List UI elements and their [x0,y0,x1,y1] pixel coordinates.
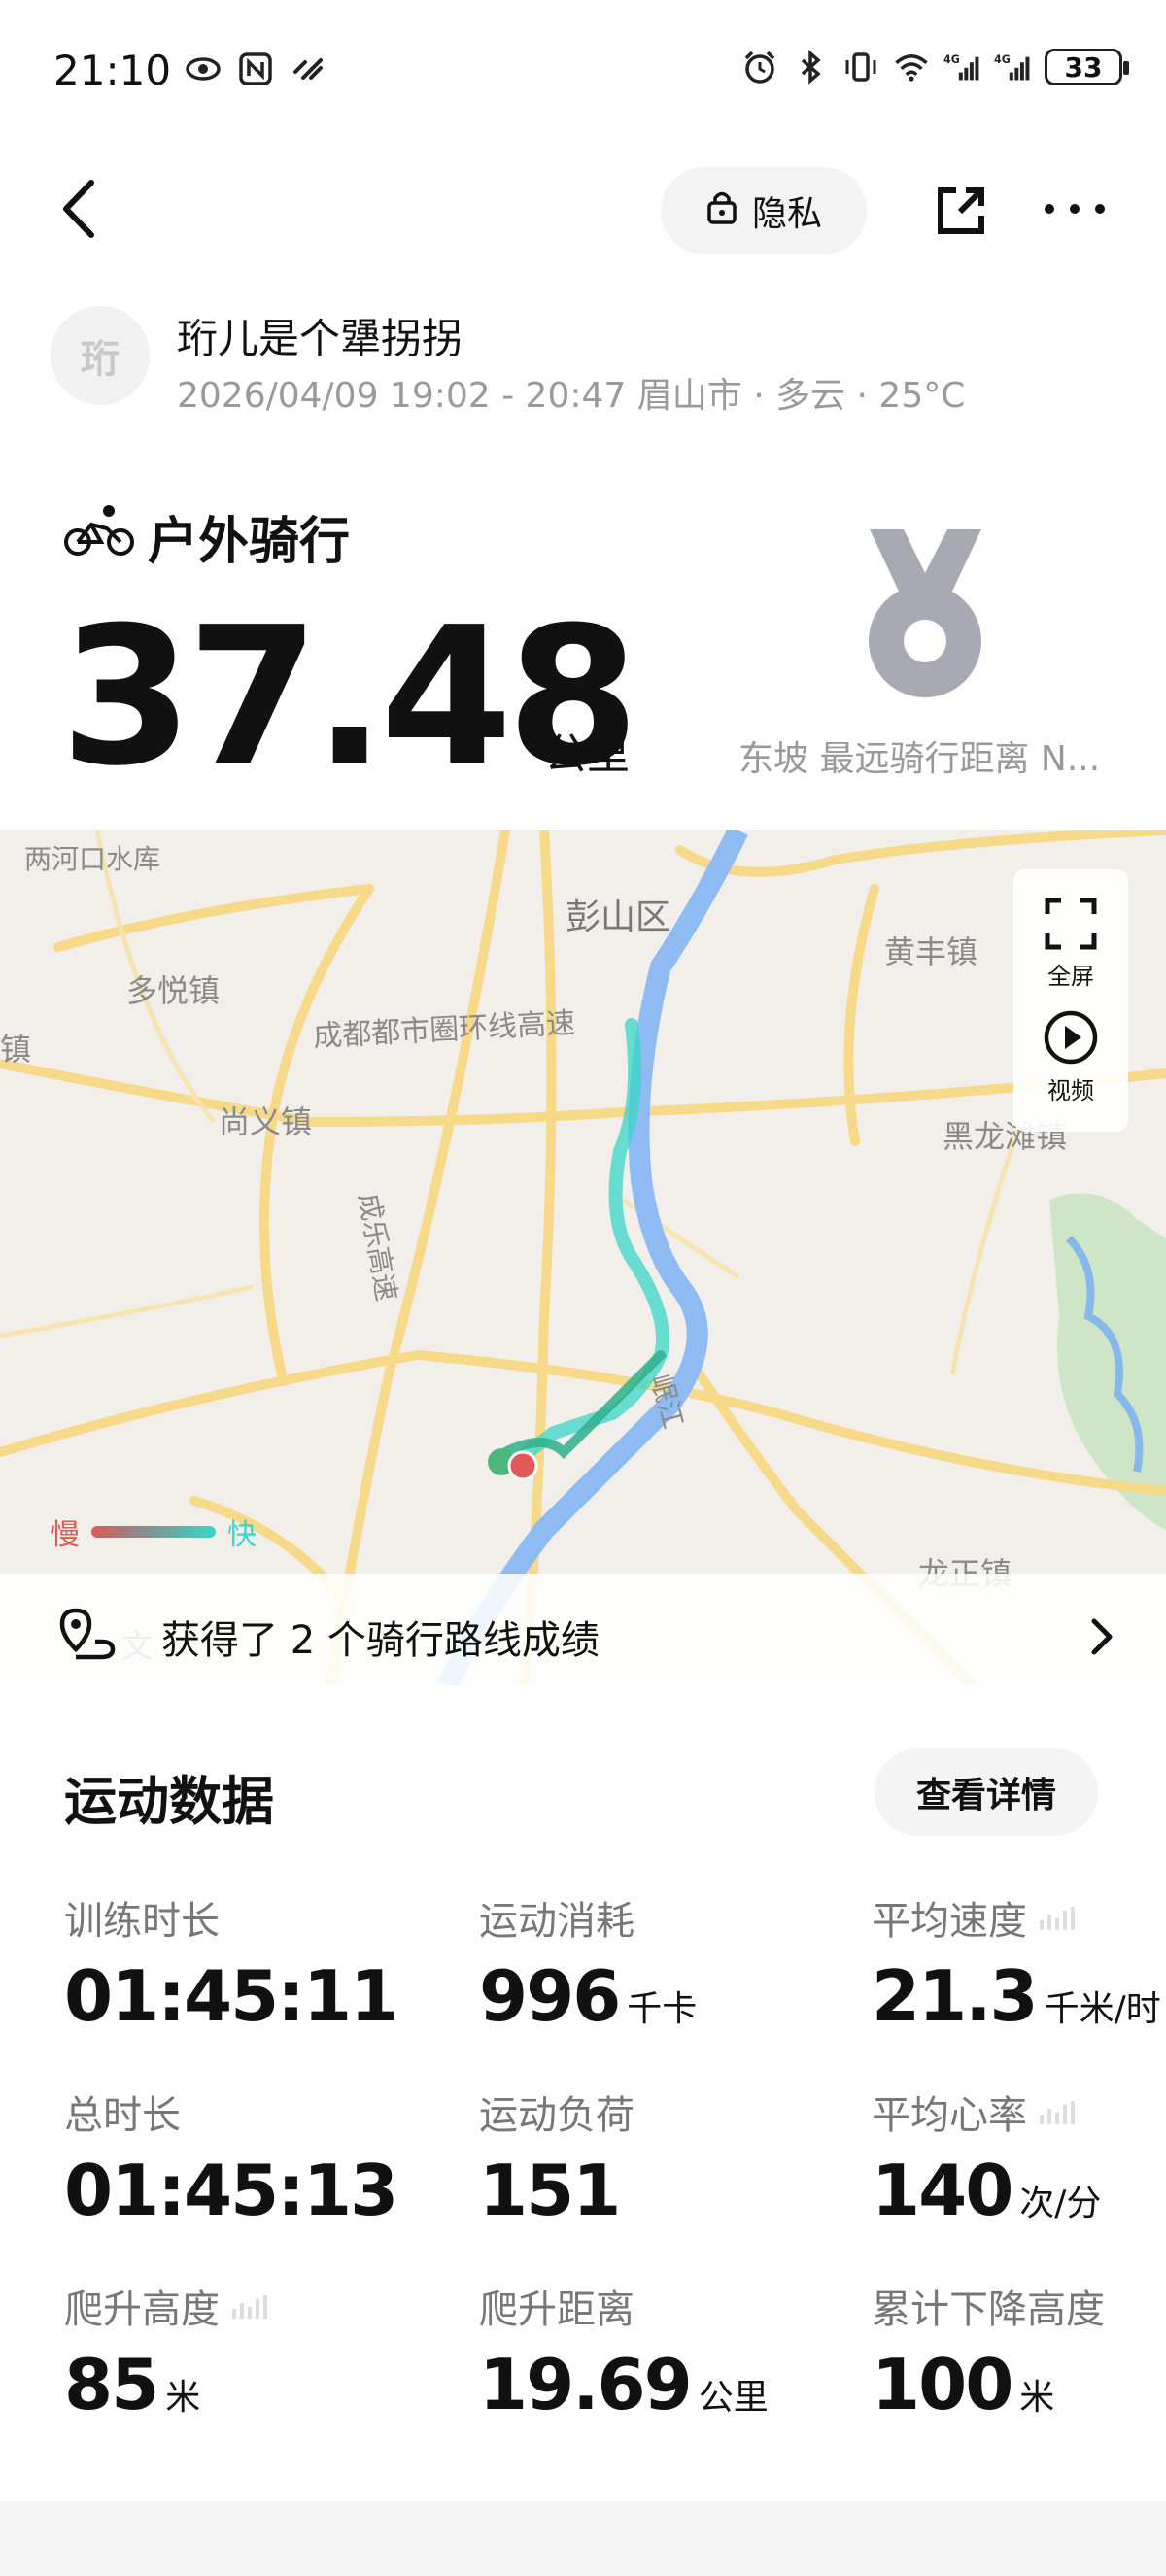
alarm-icon [741,49,778,85]
route-pin-icon [58,1607,119,1667]
stat-training-load: 运动负荷 151 [479,2084,634,2231]
share-button[interactable] [933,183,989,239]
stat-total-descent: 累计下降高度 100 米 [872,2278,1105,2425]
stat-label: 总时长 [64,2093,181,2138]
wifi-icon [893,49,930,85]
stat-unit: 千米/时 [1044,1989,1161,2029]
video-button[interactable]: 视频 [1043,1009,1099,1105]
stat-average-speed[interactable]: 平均速度 21.3 千米/时 [872,1889,1161,2037]
status-right-icons: 4G 4G 33 [741,49,1129,85]
activity-meta: 2026/04/09 19:02 - 20:47 眉山市 · 多云 · 25°C [177,376,966,416]
stat-average-heart-rate[interactable]: 平均心率 140 次/分 [872,2084,1101,2231]
view-details-button[interactable]: 查看详情 [874,1748,1098,1836]
stat-value: 996 [479,1955,621,2037]
more-dot [1095,204,1105,214]
map-controls: 全屏 视频 [1013,869,1128,1132]
map-label: 黄丰镇 [884,933,978,970]
status-bar: 21:10 4G 4G 33 [0,0,1166,146]
stat-elevation-gain[interactable]: 爬升高度 85 米 [64,2278,268,2425]
trend-chart-icon [1040,1907,1075,1930]
chevron-right-icon [1086,1617,1115,1656]
medal-caption[interactable]: 东坡 最远骑行距离 N... [738,730,1100,781]
stat-value: 140 [872,2150,1013,2231]
link-icon [290,51,326,87]
svg-text:4G: 4G [994,53,1011,66]
map-label: 镇 [0,1031,32,1068]
medal-icon[interactable] [860,529,991,704]
stat-label: 运动负荷 [479,2093,634,2138]
privacy-button[interactable]: 隐私 [661,167,867,254]
stat-value: 151 [479,2150,621,2231]
stat-unit: 米 [1019,2378,1055,2418]
stat-unit: 公里 [698,2378,769,2418]
stat-label: 爬升高度 [64,2278,268,2334]
stat-unit: 千卡 [627,1989,698,2029]
legend-fast-label: 快 [227,1518,257,1552]
stat-label: 训练时长 [64,1899,220,1944]
eye-icon [185,51,222,87]
fullscreen-icon [1045,898,1097,949]
stat-label: 平均心率 [872,2084,1101,2140]
status-left-icons [185,51,326,87]
bottom-divider [0,2501,1166,2576]
play-icon [1044,1010,1098,1064]
stat-calories: 运动消耗 996 千卡 [479,1889,697,2037]
share-icon [938,187,984,234]
route-map[interactable]: 两河口水库 彭山区 黄丰镇 多悦镇 成都都市圈环线高速 镇 尚义镇 成乐高速 黑… [0,830,1166,1685]
signal-4g-icon: 4G [994,49,1031,85]
status-time: 21:10 [53,47,172,94]
route-achievement-row[interactable]: 获得了 2 个骑行路线成绩 [0,1574,1166,1700]
stat-value: 100 [872,2344,1013,2425]
stat-label: 运动消耗 [479,1899,634,1944]
stat-value: 01:45:11 [64,1955,398,2037]
legend-slow-label: 慢 [51,1518,80,1552]
vibrate-icon [842,49,879,85]
nfc-icon [237,51,274,87]
fullscreen-label: 全屏 [1047,962,1094,990]
avatar[interactable]: 珩 [51,306,150,405]
back-button[interactable] [56,175,105,243]
more-dot [1070,204,1080,214]
bicycle-icon [64,503,134,570]
stat-unit: 米 [165,2378,201,2418]
stat-label: 平均速度 [872,1889,1161,1946]
battery-indicator: 33 [1045,49,1129,85]
achievement-text: 获得了 2 个骑行路线成绩 [161,1618,600,1663]
distance-unit: 公里 [544,729,630,779]
stat-label: 爬升距离 [479,2288,634,2332]
more-options-button[interactable] [1045,194,1105,223]
stat-value: 01:45:13 [64,2150,398,2231]
stat-value: 85 [64,2344,159,2425]
stats-section-title: 运动数据 [64,1771,274,1832]
activity-type-label: 户外骑行 [148,513,351,571]
speed-legend: 慢 快 [51,1510,257,1553]
svg-text:4G: 4G [943,53,960,66]
chevron-left-icon [63,180,94,238]
stat-value: 19.69 [479,2344,693,2425]
speed-gradient-bar [91,1526,216,1538]
trend-chart-icon [232,2295,267,2319]
map-label: 多悦镇 [126,972,221,1009]
more-dot [1045,204,1054,214]
fullscreen-button[interactable]: 全屏 [1044,897,1098,991]
stat-label: 累计下降高度 [872,2288,1105,2332]
map-label: 彭山区 [566,898,671,937]
stat-total-duration: 总时长 01:45:13 [64,2084,398,2231]
map-label: 两河口水库 [24,843,161,875]
signal-4g-icon: 4G [943,49,980,85]
map-label: 尚义镇 [219,1103,313,1140]
stat-unit: 次/分 [1019,2184,1102,2223]
stat-value: 21.3 [872,1955,1039,2037]
user-name[interactable]: 珩儿是个犟拐拐 [177,306,463,365]
trend-chart-icon [1040,2101,1075,2124]
privacy-label: 隐私 [751,194,822,234]
bluetooth-icon [792,49,829,85]
lock-icon [705,187,738,235]
stat-training-duration: 训练时长 01:45:11 [64,1889,398,2037]
activity-title: 户外骑行 [64,500,350,573]
stat-climb-distance: 爬升距离 19.69 公里 [479,2278,769,2425]
video-label: 视频 [1047,1076,1094,1104]
